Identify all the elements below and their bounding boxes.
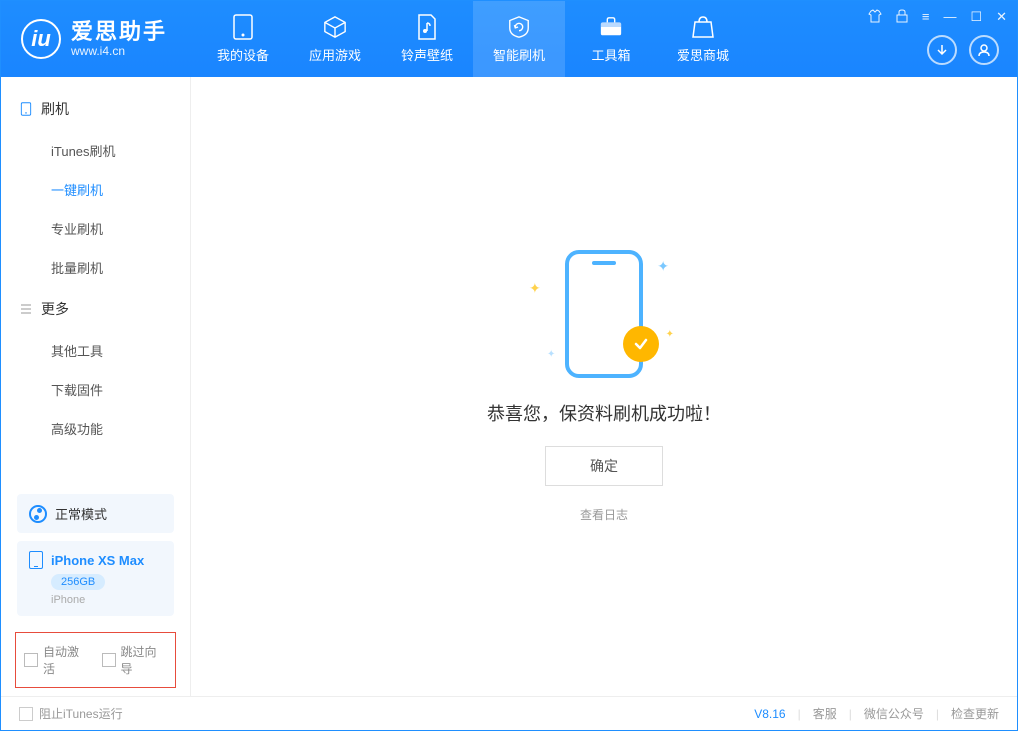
view-log-link[interactable]: 查看日志 (580, 506, 628, 523)
block-itunes-checkbox[interactable]: 阻止iTunes运行 (19, 705, 123, 722)
logo-icon: iu (21, 19, 61, 59)
auto-activate-checkbox[interactable]: 自动激活 (24, 643, 90, 677)
sidebar-item-itunes-flash[interactable]: iTunes刷机 (1, 131, 190, 170)
header-actions (927, 35, 999, 65)
checkbox-label: 阻止iTunes运行 (39, 705, 123, 722)
nav-label: 工具箱 (592, 45, 631, 64)
logo-area: iu 爱思助手 www.i4.cn (1, 19, 187, 59)
nav-my-device[interactable]: 我的设备 (197, 1, 289, 77)
nav-label: 应用游戏 (309, 45, 361, 64)
support-link[interactable]: 客服 (813, 705, 837, 722)
list-icon (19, 302, 33, 316)
sparkle-icon: ✦ (657, 258, 669, 275)
wechat-link[interactable]: 微信公众号 (864, 705, 924, 722)
sidebar-item-other-tools[interactable]: 其他工具 (1, 331, 190, 370)
version-label: V8.16 (754, 707, 785, 721)
shirt-icon[interactable] (868, 9, 882, 26)
toolbox-icon (599, 15, 623, 39)
checkbox-label: 自动激活 (43, 643, 90, 677)
mode-box[interactable]: 正常模式 (17, 494, 174, 533)
titlebar: iu 爱思助手 www.i4.cn 我的设备 应用游戏 铃声壁纸 智能刷机 (1, 1, 1017, 77)
nav-store[interactable]: 爱思商城 (657, 1, 749, 77)
section-label: 刷机 (41, 99, 69, 119)
body: 刷机 iTunes刷机 一键刷机 专业刷机 批量刷机 更多 其他工具 下载固件 … (1, 77, 1017, 696)
nav-ringtone-wallpaper[interactable]: 铃声壁纸 (381, 1, 473, 77)
section-flash: 刷机 (1, 87, 190, 131)
cube-icon (323, 15, 347, 39)
nav-label: 我的设备 (217, 45, 269, 64)
checkbox-icon (24, 653, 38, 667)
nav-apps-games[interactable]: 应用游戏 (289, 1, 381, 77)
check-update-link[interactable]: 检查更新 (951, 705, 999, 722)
nav-label: 智能刷机 (493, 45, 545, 64)
section-label: 更多 (41, 299, 69, 319)
music-file-icon (415, 15, 439, 39)
nav-label: 铃声壁纸 (401, 45, 453, 64)
device-type: iPhone (51, 594, 162, 606)
options-highlight-box: 自动激活 跳过向导 (15, 632, 176, 688)
refresh-shield-icon (507, 15, 531, 39)
lock-icon[interactable] (896, 9, 908, 26)
nav-toolbox[interactable]: 工具箱 (565, 1, 657, 77)
close-icon[interactable]: ✕ (996, 9, 1007, 26)
sidebar-item-oneclick-flash[interactable]: 一键刷机 (1, 170, 190, 209)
sidebar: 刷机 iTunes刷机 一键刷机 专业刷机 批量刷机 更多 其他工具 下载固件 … (1, 77, 191, 696)
success-illustration: ✦ ✦ ✦ ✦ (529, 250, 679, 380)
sparkle-icon: ✦ (529, 280, 541, 297)
main-content: ✦ ✦ ✦ ✦ 恭喜您，保资料刷机成功啦！ 确定 查看日志 (191, 77, 1017, 696)
sparkle-icon: ✦ (666, 329, 674, 340)
menu-icon[interactable]: ≡ (922, 9, 930, 26)
ok-button[interactable]: 确定 (545, 446, 663, 486)
check-badge-icon (623, 326, 659, 362)
mode-label: 正常模式 (55, 504, 107, 523)
minimize-icon[interactable]: — (943, 9, 956, 26)
sidebar-item-download-firmware[interactable]: 下载固件 (1, 370, 190, 409)
sparkle-icon: ✦ (547, 349, 555, 360)
app-title: 爱思助手 (71, 20, 167, 44)
device-box[interactable]: iPhone XS Max 256GB iPhone (17, 541, 174, 616)
checkbox-label: 跳过向导 (121, 643, 168, 677)
download-button[interactable] (927, 35, 957, 65)
device-storage: 256GB (51, 574, 105, 590)
main-nav: 我的设备 应用游戏 铃声壁纸 智能刷机 工具箱 爱思商城 (197, 1, 749, 77)
mode-icon (29, 505, 47, 523)
device-icon (231, 15, 255, 39)
device-name: iPhone XS Max (51, 553, 144, 568)
sidebar-item-batch-flash[interactable]: 批量刷机 (1, 248, 190, 287)
nav-smart-flash[interactable]: 智能刷机 (473, 1, 565, 77)
phone-icon (19, 102, 33, 116)
app-subtitle: www.i4.cn (71, 45, 167, 58)
user-button[interactable] (969, 35, 999, 65)
nav-label: 爱思商城 (677, 45, 729, 64)
success-message: 恭喜您，保资料刷机成功啦！ (487, 400, 721, 426)
sidebar-item-advanced[interactable]: 高级功能 (1, 409, 190, 448)
skip-wizard-checkbox[interactable]: 跳过向导 (102, 643, 168, 677)
bag-icon (691, 15, 715, 39)
maximize-icon[interactable]: ☐ (970, 9, 982, 26)
phone-icon (29, 551, 43, 569)
window-controls: ≡ — ☐ ✕ (868, 9, 1007, 26)
app-window: iu 爱思助手 www.i4.cn 我的设备 应用游戏 铃声壁纸 智能刷机 (0, 0, 1018, 731)
footer: 阻止iTunes运行 V8.16 | 客服 | 微信公众号 | 检查更新 (1, 696, 1017, 730)
checkbox-icon (102, 653, 116, 667)
checkbox-icon (19, 707, 33, 721)
sidebar-item-pro-flash[interactable]: 专业刷机 (1, 209, 190, 248)
section-more: 更多 (1, 287, 190, 331)
